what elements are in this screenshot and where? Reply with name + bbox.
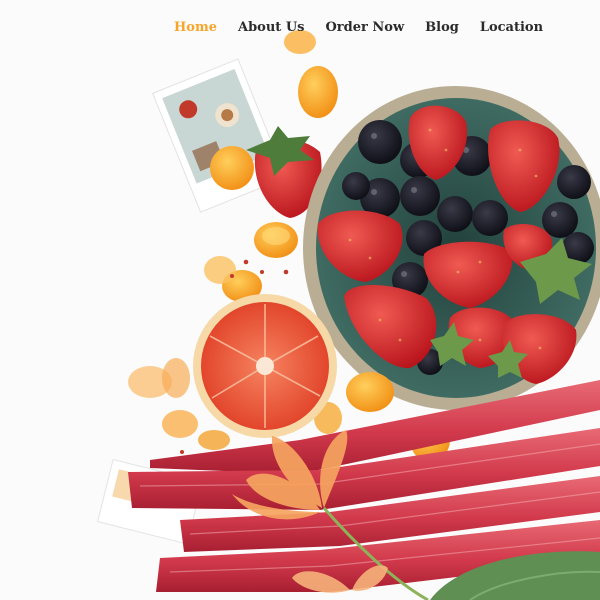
main-nav: Home About Us Order Now Blog Location <box>174 19 548 35</box>
hero-image <box>97 30 600 600</box>
nav-blog[interactable]: Blog <box>425 20 459 35</box>
nav-home[interactable]: Home <box>174 20 217 35</box>
nav-order-now[interactable]: Order Now <box>325 20 404 35</box>
nav-location[interactable]: Location <box>480 20 543 35</box>
nav-about-us[interactable]: About Us <box>238 20 305 35</box>
